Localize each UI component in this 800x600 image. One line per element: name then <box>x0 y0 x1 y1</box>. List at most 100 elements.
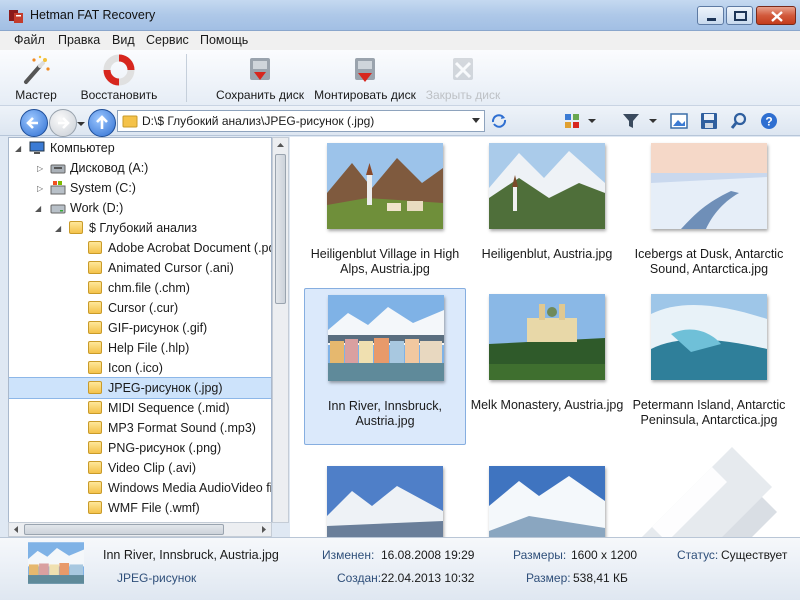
wizard-button[interactable]: Мастер <box>8 52 64 104</box>
maximize-icon <box>734 11 747 21</box>
file-thumbnail-selected[interactable]: Inn River, Innsbruck, Austria.jpg <box>304 288 466 445</box>
computer-icon <box>29 141 45 154</box>
tree-item-folder[interactable]: Windows Media AudioVideo fil <box>9 478 271 498</box>
folder-icon <box>88 441 102 454</box>
tree-label: JPEG-рисунок (.jpg) <box>108 381 223 395</box>
created-value: 22.04.2013 10:32 <box>381 571 475 585</box>
tree-item-folder[interactable]: chm.file (.chm) <box>9 278 271 298</box>
tree-item-drive-a[interactable]: ▷ Дисковод (A:) <box>9 158 271 178</box>
file-thumbnail[interactable] <box>304 460 466 537</box>
save-disk-icon <box>250 58 270 80</box>
menu-view[interactable]: Вид <box>112 33 135 47</box>
forward-button[interactable] <box>49 109 77 137</box>
file-thumbnail-grid: Heiligenblut Village in High Alps, Austr… <box>290 137 800 537</box>
tree-item-folder[interactable]: Cursor (.cur) <box>9 298 271 318</box>
file-thumbnail[interactable]: Heiligenblut, Austria.jpg <box>466 137 628 294</box>
tree-horizontal-scrollbar[interactable] <box>8 522 272 537</box>
file-name: Heiligenblut, Austria.jpg <box>481 247 613 261</box>
folder-icon <box>88 461 102 474</box>
selected-file-preview <box>28 542 84 584</box>
floppy-drive-icon <box>50 164 66 174</box>
file-thumbnail[interactable] <box>466 460 628 537</box>
tree-label: PNG-рисунок (.png) <box>108 441 222 455</box>
thumbnail-view-icon <box>565 114 596 128</box>
photo-heiligenblut <box>489 143 605 229</box>
tree-label: Дисковод (A:) <box>70 161 149 175</box>
help-button[interactable]: ? <box>760 112 778 130</box>
close-disk-button[interactable]: Закрыть диск <box>424 52 502 104</box>
tree-label: Cursor (.cur) <box>108 301 179 315</box>
address-field[interactable]: D:\$ Глубокий анализ\JPEG-рисунок (.jpg) <box>117 110 485 132</box>
tree-vertical-scrollbar[interactable] <box>272 137 289 523</box>
mount-disk-label: Монтировать диск <box>314 88 416 102</box>
magic-wand-icon <box>24 55 50 84</box>
photo-melk-monastery <box>489 294 605 380</box>
file-thumbnail[interactable]: Melk Monastery, Austria.jpg <box>466 288 628 445</box>
scroll-up-icon <box>277 143 284 147</box>
scroll-right-icon <box>262 526 266 533</box>
tree-item-folder[interactable]: WMF File (.wmf) <box>9 498 271 518</box>
back-button[interactable] <box>20 109 48 137</box>
close-button[interactable] <box>756 6 796 25</box>
tree-item-folder[interactable]: MP3 Format Sound (.mp3) <box>9 418 271 438</box>
file-thumbnail[interactable]: Petermann Island, Antarctic Peninsula, A… <box>628 288 790 445</box>
tree-item-folder[interactable]: PNG-рисунок (.png) <box>9 438 271 458</box>
tree-item-folder[interactable]: Help File (.hlp) <box>9 338 271 358</box>
photo-icebergs <box>651 143 767 229</box>
title-bar: Hetman FAT Recovery <box>0 0 800 31</box>
tree-label: Windows Media AudioVideo fil <box>108 481 272 495</box>
minimize-button[interactable] <box>697 6 724 25</box>
tree-item-folder[interactable]: MIDI Sequence (.mid) <box>9 398 271 418</box>
menu-service[interactable]: Сервис <box>146 33 189 47</box>
search-button[interactable] <box>730 112 748 130</box>
tree-item-folder[interactable]: GIF-рисунок (.gif) <box>9 318 271 338</box>
tree-item-drive-d[interactable]: ◢ Work (D:) <box>9 198 271 218</box>
view-mode-button[interactable] <box>564 112 596 130</box>
minimize-icon <box>707 18 716 21</box>
tree-item-computer[interactable]: ◢ Компьютер <box>9 138 271 158</box>
tree-item-drive-c[interactable]: ▷ System (C:) <box>9 178 271 198</box>
folder-icon <box>88 321 102 334</box>
search-icon <box>730 112 747 129</box>
filter-button[interactable] <box>622 112 658 130</box>
folder-tree: ◢ Компьютер ▷ Дисковод (A:) ▷ System (C:… <box>8 137 272 523</box>
menu-help[interactable]: Помощь <box>200 33 248 47</box>
menu-edit[interactable]: Правка <box>58 33 100 47</box>
tree-label: Adobe Acrobat Document (.pdf <box>108 241 272 255</box>
modified-value: 16.08.2008 19:29 <box>381 548 475 562</box>
folder-icon <box>69 221 83 234</box>
folder-icon <box>88 381 102 394</box>
dimensions-label: Размеры: <box>513 548 567 562</box>
history-dropdown[interactable] <box>77 117 85 126</box>
up-button[interactable] <box>88 109 116 137</box>
tree-item-folder[interactable]: Video Clip (.avi) <box>9 458 271 478</box>
tree-item-folder[interactable]: Icon (.ico) <box>9 358 271 378</box>
file-thumbnail[interactable]: Icebergs at Dusk, Antarctic Sound, Antar… <box>628 137 790 294</box>
watermark-logo <box>642 447 777 537</box>
state-value: Существует <box>721 548 788 562</box>
help-icon: ? <box>761 113 777 129</box>
collapse-icon: ◢ <box>55 224 62 233</box>
scroll-thumb[interactable] <box>24 524 224 535</box>
tree-item-folder[interactable]: Adobe Acrobat Document (.pdf <box>9 238 271 258</box>
mount-disk-button[interactable]: Монтировать диск <box>312 52 418 104</box>
file-name: Icebergs at Dusk, Antarctic Sound, Antar… <box>634 247 784 276</box>
tree-item-folder-selected[interactable]: JPEG-рисунок (.jpg) <box>9 377 271 399</box>
refresh-button[interactable] <box>490 112 508 130</box>
tree-label: Help File (.hlp) <box>108 341 190 355</box>
created-label: Создан: <box>337 571 382 585</box>
save-disk-button[interactable]: Сохранить диск <box>214 52 306 104</box>
tree-item-deep-analysis[interactable]: ◢ $ Глубокий анализ <box>9 218 271 238</box>
maximize-button[interactable] <box>726 6 753 25</box>
photo-alpine-village <box>327 143 443 229</box>
preview-button[interactable] <box>670 112 688 130</box>
tree-item-folder[interactable]: Animated Cursor (.ani) <box>9 258 271 278</box>
file-thumbnail[interactable]: Heiligenblut Village in High Alps, Austr… <box>304 137 466 294</box>
folder-icon <box>88 261 102 274</box>
save-button[interactable] <box>700 112 718 130</box>
scroll-thumb[interactable] <box>275 154 286 304</box>
restore-label: Восстановить <box>80 88 158 102</box>
tree-label: Video Clip (.avi) <box>108 461 197 475</box>
menu-file[interactable]: Файл <box>14 33 45 47</box>
restore-button[interactable]: Восстановить <box>76 52 162 104</box>
